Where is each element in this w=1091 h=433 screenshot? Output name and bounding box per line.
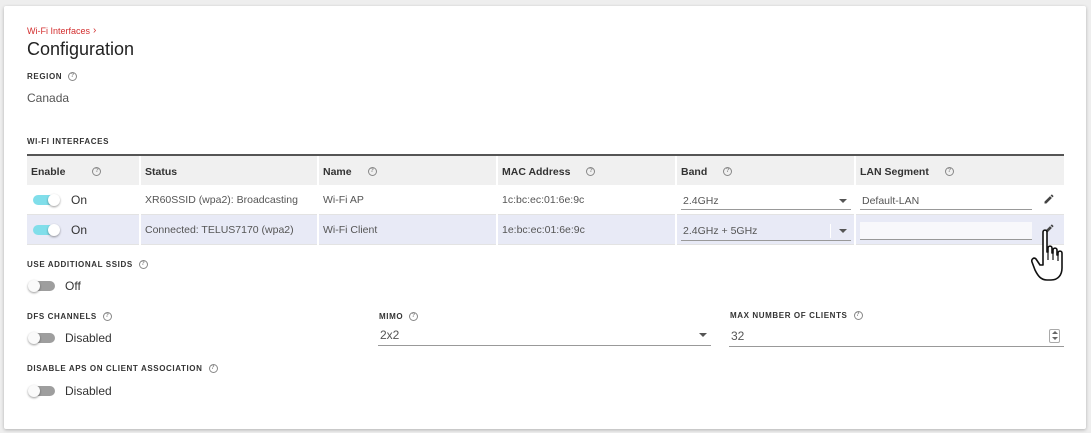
chevron-down-icon[interactable] [1051, 337, 1058, 340]
additional-ssids-label-row: USE ADDITIONAL SSIDS ? [27, 260, 148, 269]
breadcrumb-link[interactable]: Wi-Fi Interfaces [27, 26, 90, 36]
status-cell: Connected: TELUS7170 (wpa2) [141, 215, 319, 245]
name-cell: Wi-Fi Client [319, 215, 498, 245]
enable-toggle[interactable] [33, 194, 60, 206]
page-title: Configuration [27, 39, 135, 59]
region-label: REGION [27, 72, 63, 81]
help-circle-icon[interactable]: ? [138, 260, 148, 269]
chevron-down-icon [839, 198, 847, 203]
wifi-interfaces-label: WI-FI INTERFACES [27, 137, 110, 146]
chevron-up-icon[interactable] [1051, 331, 1058, 334]
additional-ssids-toggle[interactable] [28, 280, 55, 292]
column-header-status[interactable]: Status [141, 156, 319, 187]
chevron-down-icon [699, 333, 707, 337]
max-clients-label-row: MAX NUMBER OF CLIENTS ? [730, 311, 863, 320]
hand-pointer-icon [1031, 229, 1063, 281]
column-header-lan-segment[interactable]: LAN Segment ? [856, 156, 1064, 187]
breadcrumb[interactable]: Wi-Fi Interfaces › [27, 25, 96, 36]
help-circle-icon[interactable]: ? [409, 312, 419, 321]
enable-cell: On [27, 185, 141, 215]
column-header-mac[interactable]: MAC Address ? [498, 156, 677, 187]
band-select[interactable]: 2.4GHz + 5GHz [681, 223, 851, 241]
pencil-icon[interactable] [1043, 193, 1055, 205]
help-circle-icon[interactable]: ? [723, 167, 733, 176]
table-row: On Connected: TELUS7170 (wpa2) Wi-Fi Cli… [27, 215, 1064, 245]
disable-aps-control: Disabled [28, 384, 112, 398]
enable-toggle[interactable] [33, 224, 60, 236]
max-clients-input[interactable]: 32 [729, 327, 1064, 347]
number-stepper[interactable] [1049, 328, 1060, 343]
help-circle-icon[interactable]: ? [586, 167, 596, 176]
mimo-label-row: MIMO ? [379, 312, 419, 321]
dfs-channels-control: Disabled [28, 331, 112, 345]
lan-segment-cell: Default-LAN [856, 185, 1064, 215]
help-circle-icon[interactable]: ? [367, 167, 377, 176]
region-value: Canada [27, 91, 70, 105]
additional-ssids-control: Off [28, 279, 81, 293]
region-label-row: REGION ? [27, 72, 78, 81]
mac-cell: 1c:bc:ec:01:6e:9c [498, 185, 677, 215]
table-row: On XR60SSID (wpa2): Broadcasting Wi-Fi A… [27, 185, 1064, 215]
mac-cell: 1e:bc:ec:01:6e:9c [498, 215, 677, 245]
dfs-channels-toggle[interactable] [28, 332, 55, 344]
status-cell: XR60SSID (wpa2): Broadcasting [141, 185, 319, 215]
band-select[interactable]: 2.4GHz [681, 195, 851, 210]
disable-aps-label-row: DISABLE APS ON CLIENT ASSOCIATION ? [27, 364, 218, 373]
lan-segment-field[interactable] [860, 222, 1032, 240]
band-cell: 2.4GHz [677, 185, 856, 215]
wifi-interfaces-table: Enable ? Status Name ? MAC Address ? Ban… [27, 154, 1064, 245]
column-header-band[interactable]: Band ? [677, 156, 856, 187]
help-circle-icon[interactable]: ? [102, 312, 112, 321]
help-circle-icon[interactable]: ? [68, 72, 78, 81]
lan-segment-field[interactable]: Default-LAN [860, 195, 1032, 210]
dfs-channels-label-row: DFS CHANNELS ? [27, 312, 112, 321]
name-cell: Wi-Fi AP [319, 185, 498, 215]
column-header-name[interactable]: Name ? [319, 156, 498, 187]
chevron-down-icon [839, 228, 847, 233]
help-circle-icon[interactable]: ? [853, 311, 863, 320]
help-circle-icon[interactable]: ? [208, 364, 218, 373]
disable-aps-toggle[interactable] [28, 385, 55, 397]
column-header-enable[interactable]: Enable ? [27, 156, 141, 187]
help-circle-icon[interactable]: ? [92, 167, 102, 176]
mimo-select[interactable]: 2x2 [378, 327, 711, 346]
help-circle-icon[interactable]: ? [944, 167, 954, 176]
table-header: Enable ? Status Name ? MAC Address ? Ban… [27, 154, 1064, 187]
enable-cell: On [27, 215, 141, 245]
band-cell: 2.4GHz + 5GHz [677, 215, 856, 245]
configuration-card: Wi-Fi Interfaces › Configuration REGION … [4, 6, 1086, 429]
chevron-right-icon: › [93, 25, 97, 36]
